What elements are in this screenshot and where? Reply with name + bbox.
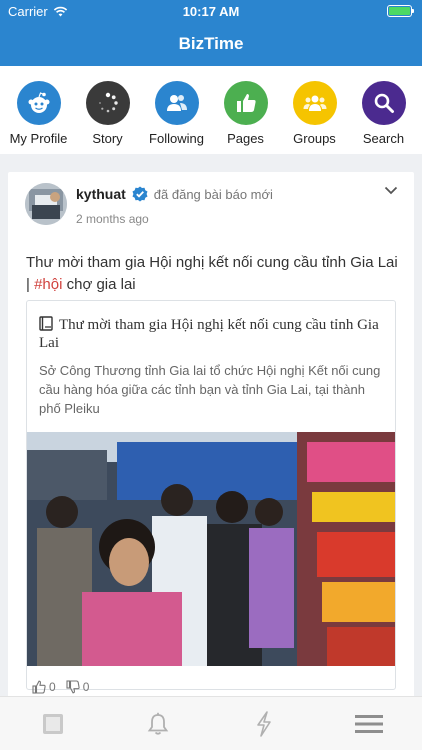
post-author-line: kythuat đã đăng bài báo mới <box>76 186 273 202</box>
shortcut-groups[interactable]: Groups <box>284 66 346 154</box>
link-preview[interactable]: Thư mời tham gia Hội nghị kết nối cung c… <box>26 300 396 690</box>
shortcut-label: Search <box>362 131 405 146</box>
post-action: đã đăng bài báo mới <box>153 186 273 202</box>
shortcut-label: Groups <box>293 131 336 146</box>
link-thumbnail <box>27 432 395 666</box>
post-hashtag[interactable]: #hội <box>34 276 62 293</box>
news-feed[interactable]: kythuat đã đăng bài báo mới 2 months ago… <box>0 166 422 696</box>
bell-icon <box>148 712 169 735</box>
shortcut-label: Following <box>149 131 204 146</box>
verified-badge-icon <box>132 186 148 202</box>
battery-icon <box>387 5 414 17</box>
group-icon <box>292 81 337 125</box>
tab-activity[interactable] <box>234 710 294 737</box>
tab-menu[interactable] <box>339 714 399 734</box>
lightning-icon <box>256 710 271 737</box>
reddit-alien-icon <box>16 81 61 125</box>
dislike-button[interactable]: 0 <box>66 680 90 694</box>
reactions-row: 0 0 <box>32 680 89 694</box>
post-body: Thư mời tham gia Hội nghị kết nối cung c… <box>26 252 398 296</box>
post-timestamp: 2 months ago <box>76 212 149 226</box>
dislike-count: 0 <box>82 680 90 694</box>
shortcut-following[interactable]: Following <box>146 66 208 154</box>
shortcut-bar: My Profile Story Following Pages Groups … <box>0 66 422 154</box>
avatar[interactable] <box>25 183 67 225</box>
shortcut-story[interactable]: Story <box>77 66 139 154</box>
author-name[interactable]: kythuat <box>76 186 126 202</box>
shortcut-search[interactable]: Search <box>353 66 415 154</box>
thumbs-up-outline-icon <box>32 680 46 694</box>
shortcut-pages[interactable]: Pages <box>215 66 277 154</box>
link-title-row: Thư mời tham gia Hội nghị kết nối cung c… <box>39 316 385 352</box>
home-icon <box>42 713 63 734</box>
chevron-down-icon[interactable] <box>384 186 398 195</box>
tab-bar <box>0 696 422 750</box>
like-count: 0 <box>49 680 56 694</box>
shortcut-label: Pages <box>227 131 264 146</box>
like-button[interactable]: 0 <box>32 680 56 694</box>
book-icon <box>39 316 53 331</box>
search-icon <box>361 81 406 125</box>
tab-home[interactable] <box>23 712 83 736</box>
link-description: Sở Công Thương tỉnh Gia lai tổ chức Hội … <box>39 363 381 416</box>
status-bar: Carrier 10:17 AM <box>0 0 422 22</box>
users-icon <box>154 81 199 125</box>
thumbs-up-icon <box>223 81 268 125</box>
tab-notifications[interactable] <box>128 712 188 736</box>
post-card: kythuat đã đăng bài báo mới 2 months ago… <box>8 172 414 696</box>
shortcut-my-profile[interactable]: My Profile <box>8 66 70 154</box>
post-text-after: chợ gia lai <box>62 276 136 293</box>
shortcut-label: Story <box>92 131 123 146</box>
menu-icon <box>355 714 384 733</box>
spinner-icon <box>85 81 130 125</box>
link-title: Thư mời tham gia Hội nghị kết nối cung c… <box>39 317 379 351</box>
app-title: BizTime <box>0 22 422 66</box>
thumbs-down-outline-icon <box>66 680 80 694</box>
shortcut-label: My Profile <box>9 131 68 146</box>
status-time: 10:17 AM <box>182 4 240 19</box>
